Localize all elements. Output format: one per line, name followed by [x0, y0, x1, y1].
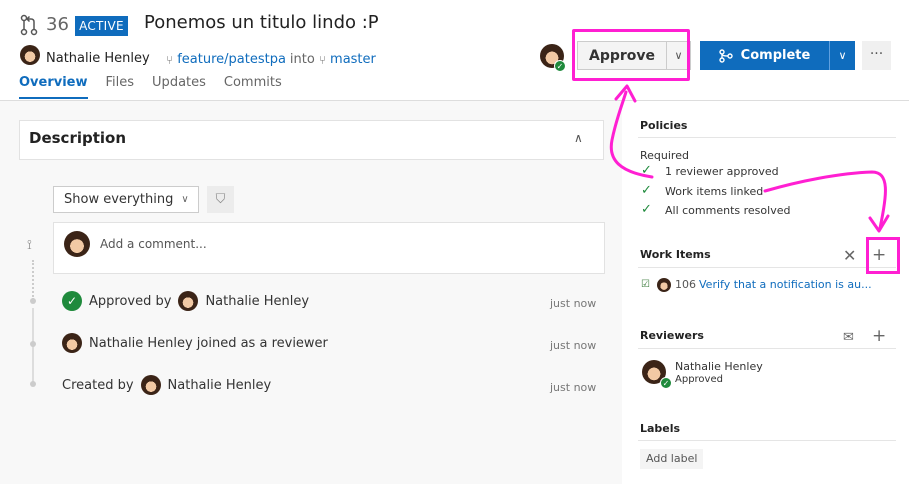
approved-check-icon: ✓: [62, 291, 82, 311]
event-prefix: Approved by: [89, 293, 172, 309]
close-icon[interactable]: ✕: [843, 246, 856, 265]
comment-input[interactable]: [100, 234, 580, 254]
avatar: [140, 375, 161, 395]
divider: [638, 348, 896, 349]
source-branch-link[interactable]: feature/patestpa: [177, 52, 286, 67]
filter-selected: Show everything: [64, 192, 174, 207]
activity-filter-select[interactable]: Show everything ∨: [53, 186, 199, 213]
event-time: just now: [550, 381, 597, 394]
branch-icon: ⑂: [166, 52, 174, 67]
event-prefix: Created by: [62, 377, 134, 393]
timeline-dot: [30, 341, 36, 347]
reviewers-title: Reviewers: [640, 329, 704, 342]
description-title: Description: [29, 129, 127, 147]
avatar: [657, 278, 671, 292]
chevron-down-icon[interactable]: ∨: [829, 41, 855, 70]
tab-commits[interactable]: Commits: [224, 75, 282, 99]
policies-title: Policies: [640, 119, 688, 132]
policy-item: All comments resolved: [665, 204, 791, 217]
approved-check-icon: ✓: [660, 377, 672, 389]
policy-item: Work items linked: [665, 185, 764, 198]
event-time: just now: [550, 339, 597, 352]
chevron-up-icon[interactable]: ∧: [574, 131, 583, 145]
event-time: just now: [550, 297, 597, 310]
avatar: [64, 231, 90, 257]
pull-request-icon: [20, 14, 38, 36]
timeline-event-joined: Nathalie Henley joined as a reviewer: [62, 333, 328, 353]
timeline-dot: [30, 298, 36, 304]
timeline-dot: [30, 381, 36, 387]
filter-icon[interactable]: ⛉: [207, 186, 234, 213]
pr-number: 36: [46, 14, 69, 35]
status-badge: ACTIVE: [75, 16, 128, 36]
annotation-box: [572, 29, 690, 81]
tab-files[interactable]: Files: [106, 75, 135, 99]
merge-icon: [718, 48, 733, 63]
complete-button[interactable]: Complete ∨: [700, 41, 855, 70]
target-branch-link[interactable]: master: [330, 52, 376, 67]
reviewer-name[interactable]: Nathalie Henley: [675, 360, 763, 373]
work-items-title: Work Items: [640, 248, 711, 261]
tab-overview[interactable]: Overview: [19, 75, 88, 99]
chevron-down-icon: ∨: [181, 194, 189, 205]
avatar: [178, 291, 199, 311]
work-item-link[interactable]: Verify that a notification is au...: [699, 278, 872, 291]
policies-required-label: Required: [640, 149, 689, 162]
page-title: Ponemos un titulo lindo :P: [144, 12, 379, 33]
timeline-event-approved: ✓ Approved by Nathalie Henley: [62, 291, 309, 311]
tab-updates[interactable]: Updates: [152, 75, 206, 99]
more-options-button[interactable]: ···: [862, 41, 891, 70]
check-icon: ✓: [641, 202, 652, 217]
avatar: [20, 45, 40, 65]
complete-label: Complete: [740, 48, 811, 63]
add-reviewer-icon[interactable]: +: [872, 326, 886, 346]
author-name[interactable]: Nathalie Henley: [46, 51, 150, 66]
tab-bar: Overview Files Updates Commits: [19, 75, 282, 99]
divider: [638, 137, 896, 138]
event-user[interactable]: Nathalie Henley: [205, 294, 309, 309]
task-icon: ☑: [641, 279, 650, 290]
work-item-id: 106: [675, 278, 696, 291]
branch-line: ⑂ feature/patestpa into ⑂ master: [166, 52, 376, 67]
divider: [638, 267, 896, 268]
timeline-connector: [32, 260, 34, 300]
annotation-box: [866, 237, 900, 274]
mail-icon[interactable]: ✉: [843, 330, 854, 345]
reviewer-vote: Approved: [675, 374, 723, 385]
approved-check-icon: ✓: [554, 60, 566, 72]
labels-title: Labels: [640, 422, 681, 435]
policy-item: 1 reviewer approved: [665, 165, 779, 178]
timeline-event-created: Created by Nathalie Henley: [62, 375, 271, 395]
comment-icon: ⟟: [27, 238, 32, 253]
into-label: into: [289, 52, 315, 67]
divider: [638, 440, 896, 441]
check-icon: ✓: [641, 163, 652, 178]
event-user[interactable]: Nathalie Henley: [168, 378, 272, 393]
avatar: [62, 333, 82, 353]
check-icon: ✓: [641, 183, 652, 198]
branch-icon: ⑂: [318, 52, 327, 67]
event-text: Nathalie Henley joined as a reviewer: [89, 335, 328, 351]
add-label-button[interactable]: Add label: [640, 449, 704, 469]
